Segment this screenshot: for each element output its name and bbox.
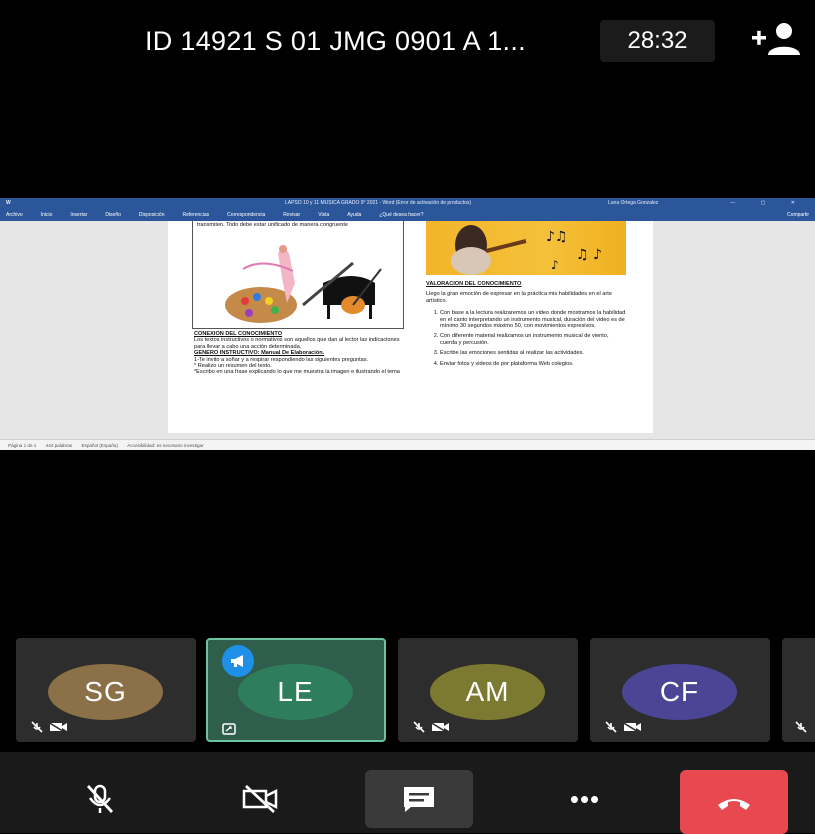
- left-column: CONEXION DEL CONOCIMIENTO Los textos ins…: [194, 331, 406, 376]
- participant-tile[interactable]: AM: [398, 638, 578, 742]
- word-ribbon: Archivo Inicio Insertar Diseño Disposición Re…: [0, 209, 815, 221]
- meeting-title[interactable]: ID 14921 S 01 JMG 0901 A 1...: [145, 26, 526, 57]
- camera-off-icon: [242, 784, 278, 814]
- left-item: *Escribo en una frase explicando lo que …: [194, 369, 400, 376]
- svg-text:♫ ♪: ♫ ♪: [576, 247, 602, 263]
- top-bar: ID 14921 S 01 JMG 0901 A 1... 28:32: [0, 0, 815, 80]
- end-call-button[interactable]: [680, 770, 788, 834]
- word-logo-icon: W: [6, 200, 11, 206]
- shared-screen: W LAPSO 10 y 11 MUSICA GRADO 9° 2021 - W…: [0, 198, 815, 450]
- document-area: transmiten. Todo debe estar unificado de…: [0, 221, 815, 439]
- mic-toggle-button[interactable]: [70, 770, 130, 828]
- arts-illustration: [225, 245, 382, 323]
- ribbon-tab: Ayuda: [347, 212, 362, 218]
- ribbon-tab: Archivo: [6, 212, 23, 218]
- status-words: 444 palabras: [45, 443, 73, 448]
- hang-up-icon: [718, 799, 750, 810]
- violin-image: ♪♫ ♫ ♪ ♪: [426, 221, 626, 275]
- word-status-bar: Página 1 de 1 444 palabras Español (Espa…: [0, 439, 815, 450]
- window-controls-icon: — ▢ ✕: [730, 200, 807, 206]
- ribbon-tab: Revisar: [283, 212, 301, 218]
- right-item: Con diferente material realizamos un ins…: [440, 333, 626, 346]
- right-item: Con base a la lectura realizaremos un vi…: [440, 310, 626, 329]
- word-title-bar: W LAPSO 10 y 11 MUSICA GRADO 9° 2021 - W…: [0, 198, 815, 209]
- add-participant-icon[interactable]: [748, 22, 804, 56]
- word-user-name: Luna Ortega Gonzalez: [608, 200, 659, 206]
- call-timer: 28:32: [600, 20, 715, 62]
- avatar-initials: LE: [277, 676, 314, 707]
- avatar: AM: [430, 664, 545, 720]
- chat-icon: [404, 787, 434, 812]
- ribbon-tab: Diseño: [105, 212, 121, 218]
- avatar-initials: AM: [465, 676, 510, 707]
- svg-text:♪♫: ♪♫: [546, 229, 568, 245]
- avatar: SG: [48, 664, 163, 720]
- left-image-frame: transmiten. Todo debe estar unificado de…: [192, 221, 404, 329]
- camera-toggle-button[interactable]: [230, 770, 290, 828]
- ribbon-tab: Referencias: [182, 212, 210, 218]
- more-options-button[interactable]: •••: [555, 770, 615, 828]
- avatar: LE: [238, 664, 353, 720]
- right-heading: VALORACION DEL CONOCIMIENTO: [426, 281, 522, 287]
- presenter-megaphone-icon: [222, 645, 254, 677]
- ribbon-search: ¿Qué desea hacer?: [379, 212, 424, 218]
- more-icon: •••: [569, 783, 601, 814]
- ribbon-share: Compartir: [787, 212, 809, 218]
- svg-text:♪: ♪: [551, 258, 559, 272]
- right-item: Escribe las emociones sentidas al realiz…: [440, 350, 626, 356]
- avatar-initials: SG: [84, 676, 127, 707]
- status-accessibility: Accesibilidad: es necesario investigar: [127, 443, 204, 448]
- status-language: Español (España): [81, 443, 119, 448]
- muted-mic-icon: [795, 721, 807, 733]
- document-page: transmiten. Todo debe estar unificado de…: [168, 221, 653, 433]
- avatar-initials: CF: [659, 676, 700, 707]
- status-page: Página 1 de 1: [8, 443, 37, 448]
- left-body: Los textos instructivos o normativos son…: [194, 337, 400, 350]
- right-intro: Llego la gran emoción de expresar en la …: [426, 291, 612, 304]
- right-list: Con base a la lectura realizaremos un vi…: [426, 310, 626, 367]
- muted-camera-off-icon: [413, 721, 449, 734]
- ribbon-tab: Correspondencia: [227, 212, 266, 218]
- muted-camera-off-icon: [605, 721, 641, 734]
- participant-tile-partial[interactable]: [782, 638, 815, 742]
- right-item: Enviar fotos y videos de por plataforma …: [440, 361, 626, 367]
- ribbon-tab: Disposición: [138, 212, 165, 218]
- participant-tile[interactable]: CF: [590, 638, 770, 742]
- muted-camera-off-icon: [31, 721, 67, 734]
- call-toolbar: •••: [0, 752, 815, 834]
- participant-tile-active[interactable]: LE: [206, 638, 386, 742]
- ribbon-tab: Inicio: [40, 212, 53, 218]
- timer-text: 28:32: [627, 27, 688, 54]
- screen-share-icon: [222, 723, 236, 735]
- right-column: VALORACION DEL CONOCIMIENTO Llego la gra…: [426, 281, 626, 371]
- ribbon-tab: Vista: [318, 212, 330, 218]
- music-notes-illustration: ♪♫ ♫ ♪ ♪: [451, 225, 602, 275]
- word-window-title: LAPSO 10 y 11 MUSICA GRADO 9° 2021 - Wor…: [285, 200, 472, 206]
- left-top-text: transmiten. Todo debe estar unificado de…: [197, 222, 349, 228]
- avatar: CF: [622, 664, 737, 720]
- mic-off-icon: [86, 784, 114, 813]
- ribbon-tab: Insertar: [70, 212, 88, 218]
- chat-button[interactable]: [365, 770, 473, 828]
- participant-tile[interactable]: SG: [16, 638, 196, 742]
